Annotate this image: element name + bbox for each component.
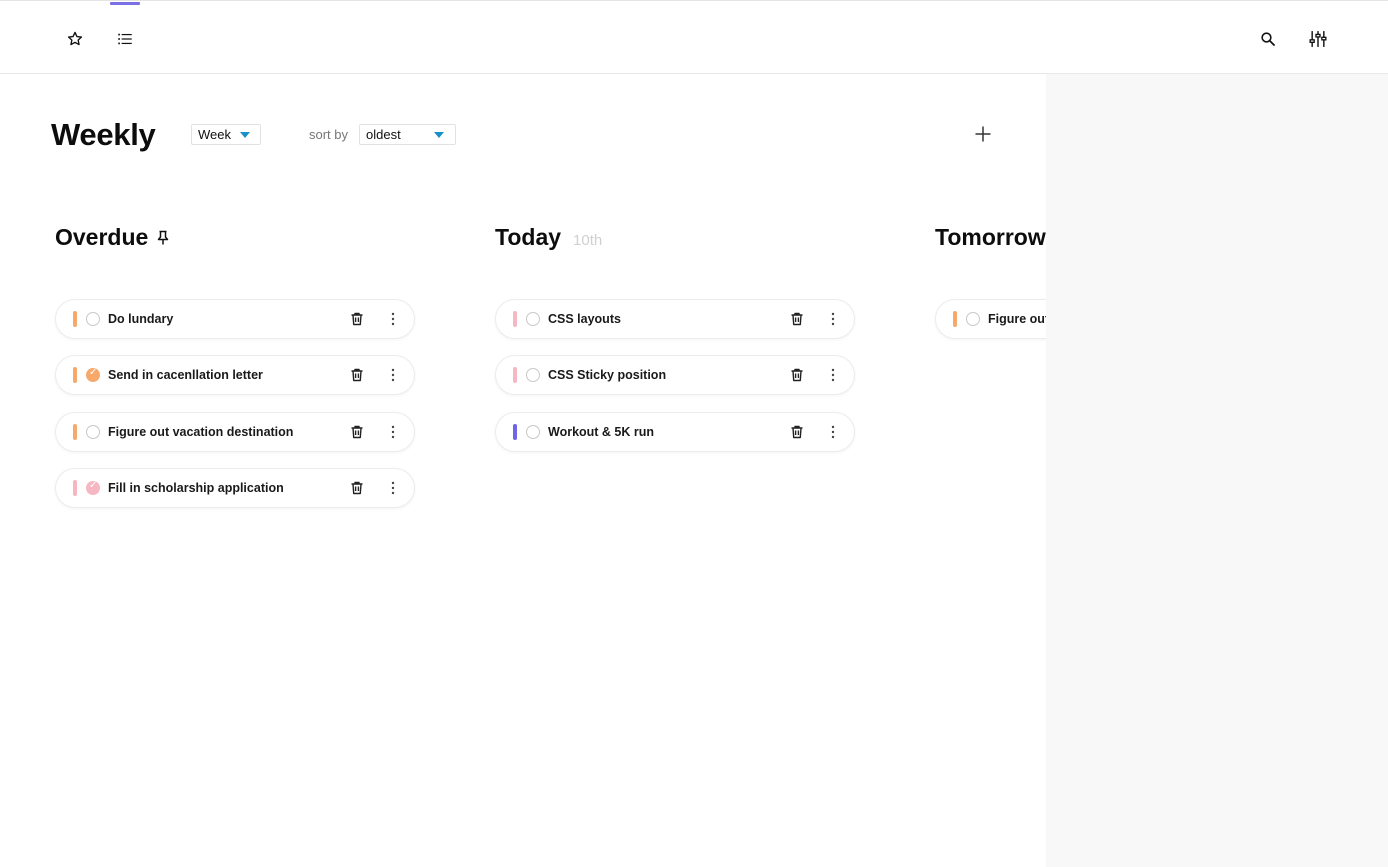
task-label: CSS layouts [548, 312, 621, 326]
more-options-icon[interactable] [825, 311, 841, 327]
search-icon [1261, 32, 1275, 46]
task-checkbox-checked[interactable] [86, 367, 100, 382]
task-label: Send in cacenllation letter [108, 368, 263, 382]
task-label: Figure out vacation destination [108, 425, 294, 439]
page-title: Weekly [51, 117, 156, 152]
more-options-icon[interactable] [385, 367, 401, 383]
task-label: Fill in scholarship application [108, 481, 284, 495]
trash-icon[interactable] [349, 480, 365, 496]
priority-indicator [73, 480, 77, 496]
filter-settings-button[interactable] [1304, 25, 1332, 53]
priority-indicator [513, 424, 517, 440]
task-checkbox[interactable] [526, 425, 540, 439]
list-view-button[interactable] [111, 25, 139, 53]
trash-icon[interactable] [789, 311, 805, 327]
list-icon [118, 33, 132, 45]
priority-indicator [513, 311, 517, 327]
task-checkbox[interactable] [86, 425, 100, 439]
task-checkbox[interactable] [526, 312, 540, 326]
column-header: Overdue [55, 224, 455, 254]
sliders-icon [1309, 31, 1327, 47]
task-checkbox[interactable] [966, 312, 980, 326]
pin-icon[interactable] [156, 230, 170, 246]
priority-indicator [73, 367, 77, 383]
priority-indicator [513, 367, 517, 383]
task-checkbox[interactable] [86, 312, 100, 326]
task-checkbox[interactable] [526, 368, 540, 382]
priority-indicator [953, 311, 957, 327]
trash-icon[interactable] [349, 311, 365, 327]
column-date: 10th [573, 232, 603, 249]
top-nav [0, 0, 1388, 74]
column-overdue: Overdue Do lundary Send in cacenllation … [55, 224, 455, 508]
task-item[interactable]: Do lundary [55, 299, 415, 339]
column-header: Tomorrow [935, 224, 1046, 254]
task-item[interactable]: CSS layouts [495, 299, 855, 339]
more-options-icon[interactable] [385, 480, 401, 496]
more-options-icon[interactable] [825, 424, 841, 440]
task-label: CSS Sticky position [548, 368, 667, 382]
task-label: Figure out [988, 312, 1046, 326]
period-select[interactable]: Week [191, 124, 261, 145]
sort-label: sort by [309, 127, 349, 142]
task-item[interactable]: Figure out [935, 299, 1046, 339]
trash-icon[interactable] [789, 367, 805, 383]
priority-indicator [73, 311, 77, 327]
favorites-button[interactable] [61, 25, 89, 53]
column-title: Tomorrow [935, 224, 1046, 250]
trash-icon[interactable] [349, 367, 365, 383]
more-options-icon[interactable] [825, 367, 841, 383]
column-header: Today 10th [495, 224, 895, 254]
trash-icon[interactable] [789, 424, 805, 440]
priority-indicator [73, 424, 77, 440]
star-icon [67, 31, 83, 46]
more-options-icon[interactable] [385, 424, 401, 440]
main-content: Weekly Week sort by oldest Overdue Do lu… [0, 74, 1046, 867]
sort-select-value: oldest [366, 127, 401, 142]
search-button[interactable] [1254, 25, 1282, 53]
plus-icon [975, 126, 991, 142]
task-item[interactable]: Figure out vacation destination [55, 412, 415, 452]
task-item[interactable]: Fill in scholarship application [55, 468, 415, 508]
sort-select[interactable]: oldest [359, 124, 456, 145]
task-label: Do lundary [108, 312, 174, 326]
task-item[interactable]: Workout & 5K run [495, 412, 855, 452]
active-tab-indicator [110, 2, 140, 5]
task-item[interactable]: Send in cacenllation letter [55, 355, 415, 395]
chevron-down-icon [434, 132, 444, 138]
side-panel [1046, 74, 1388, 867]
more-options-icon[interactable] [385, 311, 401, 327]
column-tomorrow: Tomorrow Figure out [935, 224, 1046, 339]
trash-icon[interactable] [349, 424, 365, 440]
add-task-button[interactable] [972, 123, 994, 145]
app: Weekly Week sort by oldest Overdue Do lu… [0, 0, 1388, 867]
column-today: Today 10th CSS layouts CSS Sticky positi… [495, 224, 895, 452]
chevron-down-icon [240, 132, 250, 138]
task-checkbox-checked[interactable] [86, 480, 100, 495]
task-item[interactable]: CSS Sticky position [495, 355, 855, 395]
column-title: Today [495, 224, 562, 250]
task-label: Workout & 5K run [548, 425, 655, 439]
period-select-value: Week [198, 127, 231, 142]
column-title: Overdue [55, 224, 149, 250]
